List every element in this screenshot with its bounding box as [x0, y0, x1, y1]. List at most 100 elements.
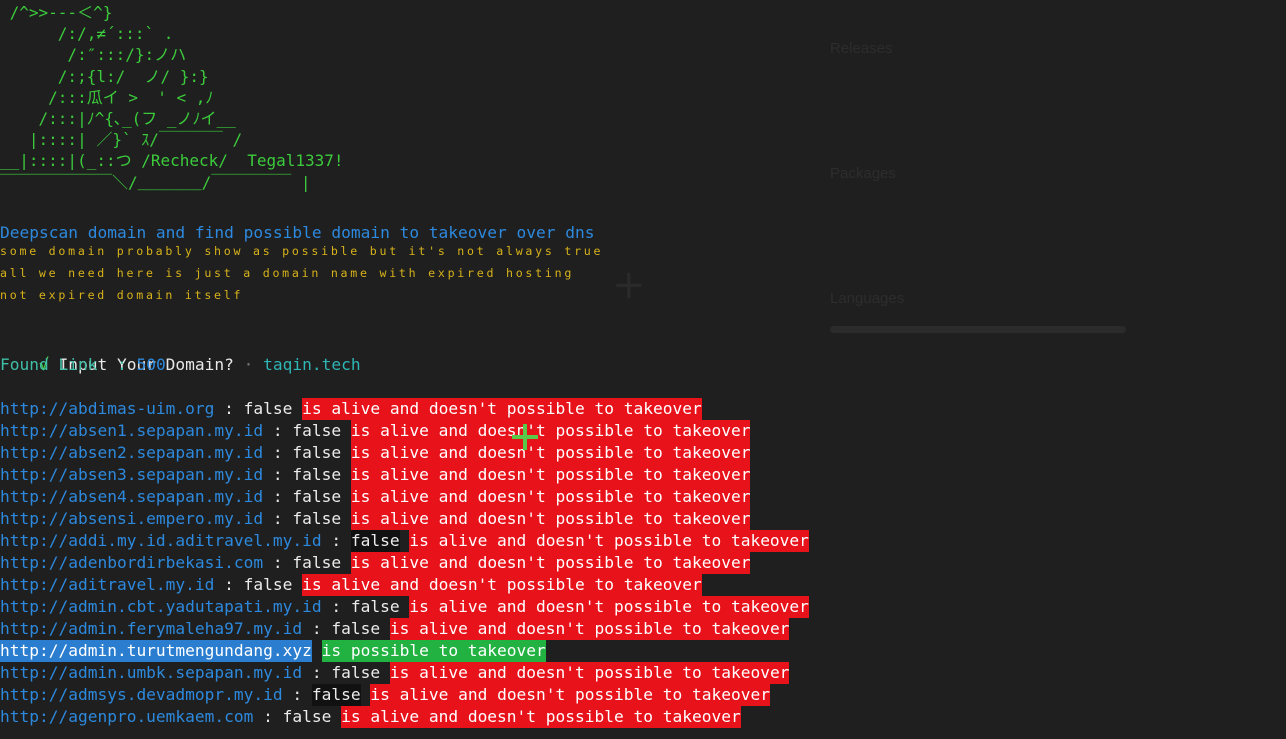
result-space [341, 464, 351, 486]
result-row: http://admin.cbt.yadutapati.my.id : fals… [0, 596, 809, 618]
result-row: http://absen2.sepapan.my.id : false is a… [0, 442, 809, 464]
result-separator: : [214, 399, 244, 418]
result-flag: false [282, 707, 332, 726]
result-flag: false [243, 399, 293, 418]
result-url[interactable]: http://addi.my.id.aditravel.my.id [0, 530, 322, 552]
result-flag: false [292, 465, 342, 484]
result-row: http://addi.my.id.aditravel.my.id : fals… [0, 530, 809, 552]
result-url[interactable]: http://admin.turutmengundang.xyz [0, 640, 312, 662]
result-url[interactable]: http://admin.cbt.yadutapati.my.id [0, 596, 322, 618]
result-row: http://agenpro.uemkaem.com : false is al… [0, 706, 809, 728]
result-row: http://absen3.sepapan.my.id : false is a… [0, 464, 809, 486]
result-separator: : [263, 509, 293, 528]
alive-status-badge: is alive and doesn't possible to takeove… [302, 398, 702, 420]
result-separator: : [263, 443, 293, 462]
tool-description: Deepscan domain and find possible domain… [0, 223, 595, 242]
result-url[interactable]: http://admsys.devadmopr.my.id [0, 684, 283, 706]
result-space [341, 420, 351, 442]
result-row: http://admin.turutmengundang.xyz is poss… [0, 640, 809, 662]
alive-status-badge: is alive and doesn't possible to takeove… [409, 530, 809, 552]
prompt-separator: · [243, 355, 254, 374]
result-url[interactable]: http://aditravel.my.id [0, 574, 214, 596]
result-flag: false [292, 421, 342, 440]
alive-status-badge: is alive and doesn't possible to takeove… [350, 420, 751, 442]
result-space [331, 706, 341, 728]
result-flag: false [292, 509, 342, 528]
note-line-1: some domain probably show as possible bu… [0, 244, 604, 258]
crosshair-cursor-icon [512, 424, 538, 450]
result-separator: : [321, 597, 351, 616]
result-separator: : [302, 619, 332, 638]
result-url[interactable]: http://absen4.sepapan.my.id [0, 486, 263, 508]
alive-status-badge: is alive and doesn't possible to takeove… [350, 486, 751, 508]
alive-status-badge: is alive and doesn't possible to takeove… [409, 596, 809, 618]
result-row: http://adenbordirbekasi.com : false is a… [0, 552, 809, 574]
result-space [292, 574, 302, 596]
result-separator: : [302, 663, 332, 682]
result-separator: : [282, 685, 312, 704]
result-flag: false [331, 619, 381, 638]
result-flag: false [350, 597, 400, 616]
alive-status-badge: is alive and doesn't possible to takeove… [341, 706, 741, 728]
result-separator: : [263, 487, 293, 506]
result-space [341, 442, 351, 464]
ascii-banner: /^>>---＜^} /:/,≠´:::` . /:″:::/}:ノハ /:;{… [0, 3, 344, 192]
result-space [400, 596, 410, 618]
result-url[interactable]: http://absen3.sepapan.my.id [0, 464, 263, 486]
result-row: http://admin.umbk.sepapan.my.id : false … [0, 662, 809, 684]
result-row: http://abdimas-uim.org : false is alive … [0, 398, 809, 420]
alive-status-badge: is alive and doesn't possible to takeove… [350, 508, 751, 530]
alive-status-badge: is alive and doesn't possible to takeove… [370, 684, 770, 706]
takeover-possible-badge: is possible to takeover [321, 640, 546, 662]
result-separator: : [321, 531, 351, 550]
result-space [341, 552, 351, 574]
result-flag: false [243, 575, 293, 594]
result-space [380, 662, 390, 684]
result-separator: : [214, 575, 244, 594]
result-space [341, 508, 351, 530]
note-line-3: not expired domain itself [0, 288, 244, 302]
result-url[interactable]: http://abdimas-uim.org [0, 398, 214, 420]
result-row: http://absen4.sepapan.my.id : false is a… [0, 486, 809, 508]
result-row: http://admsys.devadmopr.my.id : false is… [0, 684, 809, 706]
alive-status-badge: is alive and doesn't possible to takeove… [350, 442, 751, 464]
result-space [361, 684, 371, 706]
result-flag: false [292, 443, 342, 462]
alive-status-badge: is alive and doesn't possible to takeove… [302, 574, 702, 596]
result-separator [312, 640, 322, 662]
result-space [380, 618, 390, 640]
result-url[interactable]: http://agenpro.uemkaem.com [0, 706, 253, 728]
alive-status-badge: is alive and doesn't possible to takeove… [350, 552, 751, 574]
found-link-count: Found Link : 500 [0, 354, 166, 376]
result-space [292, 398, 302, 420]
found-count: 500 [136, 355, 166, 374]
result-separator: : [263, 465, 293, 484]
result-row: http://admin.ferymaleha97.my.id : false … [0, 618, 809, 640]
domain-input[interactable]: taqin.tech [263, 355, 360, 374]
note-line-2: all we need here is just a domain name w… [0, 266, 575, 280]
alive-status-badge: is alive and doesn't possible to takeove… [389, 662, 790, 684]
result-url[interactable]: http://absen2.sepapan.my.id [0, 442, 263, 464]
result-separator: : [263, 421, 293, 440]
result-separator: : [253, 707, 283, 726]
alive-status-badge: is alive and doesn't possible to takeove… [389, 618, 790, 640]
result-flag: false [350, 530, 400, 552]
result-flag: false [311, 684, 361, 706]
result-url[interactable]: http://adenbordirbekasi.com [0, 552, 263, 574]
result-url[interactable]: http://admin.ferymaleha97.my.id [0, 618, 302, 640]
result-space [400, 530, 410, 552]
result-row: http://absensi.empero.my.id : false is a… [0, 508, 809, 530]
found-label: Found Link : [0, 355, 137, 374]
result-row: http://absen1.sepapan.my.id : false is a… [0, 420, 809, 442]
result-separator: : [263, 553, 293, 572]
terminal-window[interactable]: /^>>---＜^} /:/,≠´:::` . /:″:::/}:ノハ /:;{… [0, 0, 1286, 739]
result-flag: false [331, 663, 381, 682]
alive-status-badge: is alive and doesn't possible to takeove… [350, 464, 751, 486]
result-flag: false [292, 487, 342, 506]
result-row: http://aditravel.my.id : false is alive … [0, 574, 809, 596]
results-list: http://abdimas-uim.org : false is alive … [0, 398, 809, 728]
result-url[interactable]: http://absen1.sepapan.my.id [0, 420, 263, 442]
result-url[interactable]: http://absensi.empero.my.id [0, 508, 263, 530]
result-url[interactable]: http://admin.umbk.sepapan.my.id [0, 662, 302, 684]
result-flag: false [292, 553, 342, 572]
